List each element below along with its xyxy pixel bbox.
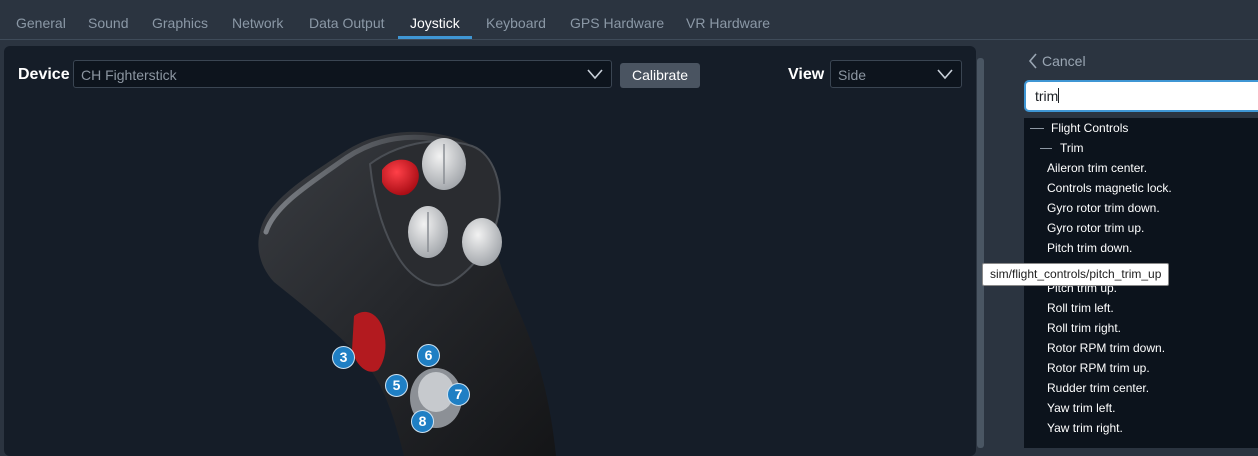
hat-switch-icon [462,218,502,266]
joystick-illustration [258,131,556,456]
button-badge-3[interactable]: 3 [332,346,355,369]
tree-group-flight-controls[interactable]: Flight Controls [1051,118,1128,138]
tab-sound[interactable]: Sound [88,0,128,39]
list-item[interactable]: Yaw trim left. [1047,398,1115,418]
tab-vr-hardware[interactable]: VR Hardware [686,0,770,39]
list-item[interactable]: Aileron trim center. [1047,158,1147,178]
list-item[interactable]: Rotor RPM trim down. [1047,338,1165,358]
tab-keyboard[interactable]: Keyboard [486,0,546,39]
list-item[interactable]: Gyro rotor trim up. [1047,218,1144,238]
settings-tabbar: General Sound Graphics Network Data Outp… [0,0,1258,40]
search-input-value: trim [1035,88,1059,104]
list-item[interactable]: Rudder trim center. [1047,378,1149,398]
list-item[interactable]: Roll trim right. [1047,318,1121,338]
chevron-left-icon [1028,53,1037,69]
tab-network[interactable]: Network [232,0,283,39]
search-input[interactable]: trim [1024,80,1258,112]
text-caret [1058,88,1060,103]
list-item[interactable]: Pitch trim down. [1047,238,1132,258]
cancel-label: Cancel [1042,53,1086,69]
tab-gps-hardware[interactable]: GPS Hardware [570,0,664,39]
list-item[interactable]: Roll trim left. [1047,298,1114,318]
tab-graphics[interactable]: Graphics [152,0,208,39]
button-badge-8[interactable]: 8 [411,410,434,433]
command-tooltip: sim/flight_controls/pitch_trim_up [982,263,1170,286]
tab-joystick[interactable]: Joystick [398,0,472,39]
joystick-panel: Device CH Fighterstick Calibrate View Si… [4,46,976,456]
list-item[interactable]: Yaw trim right. [1047,418,1123,438]
button-badge-6[interactable]: 6 [417,344,440,367]
button-badge-5[interactable]: 5 [385,374,408,397]
list-item[interactable]: Rotor RPM trim up. [1047,358,1150,378]
button-badge-7[interactable]: 7 [447,383,470,406]
list-item[interactable]: Gyro rotor trim down. [1047,198,1160,218]
tab-data-output[interactable]: Data Output [309,0,385,39]
tree-group-trim[interactable]: Trim [1060,138,1084,158]
list-item[interactable]: Controls magnetic lock. [1047,178,1172,198]
panel-scrollbar[interactable] [977,58,984,448]
tab-general[interactable]: General [16,0,66,39]
